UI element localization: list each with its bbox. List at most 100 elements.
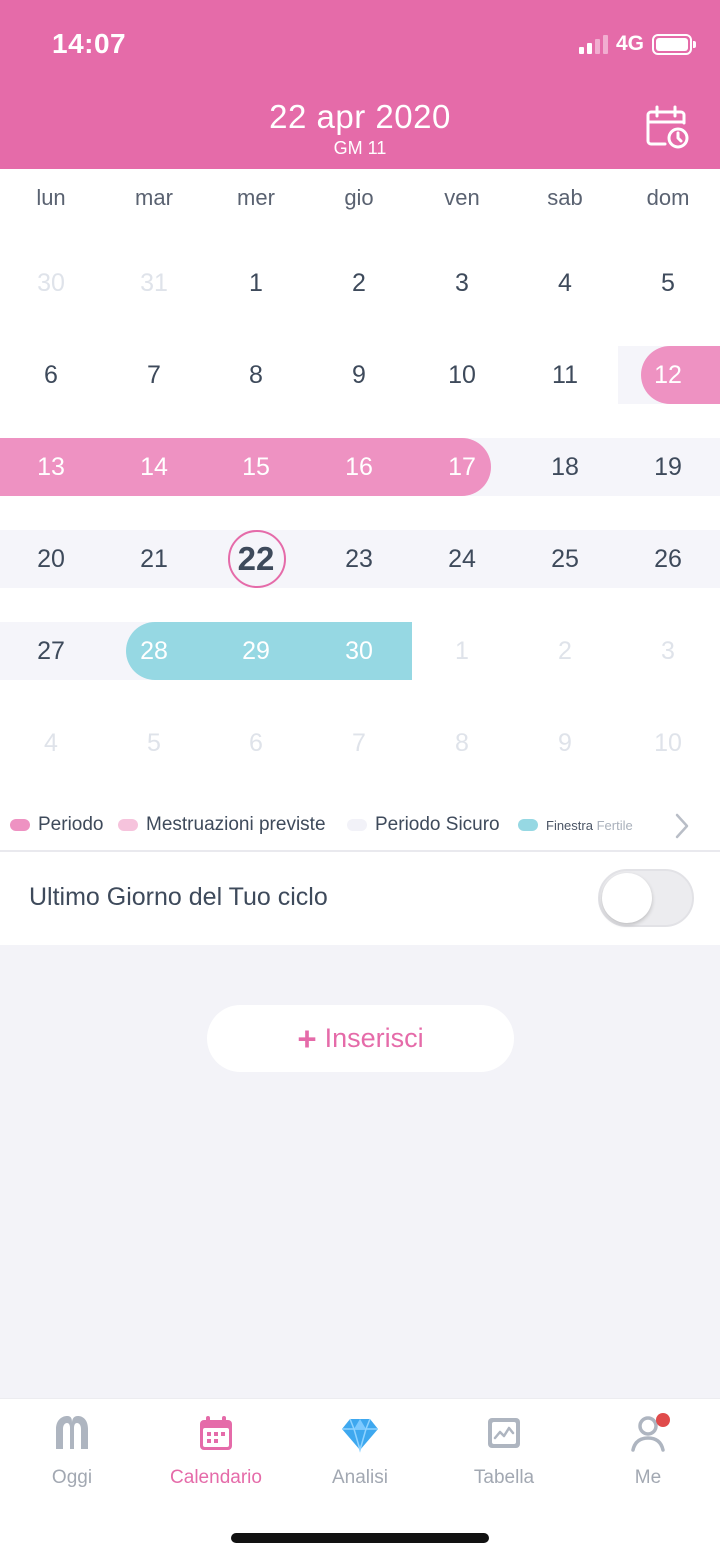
calendar-legend: Periodo Mestruazioni previste Periodo Si…: [0, 810, 720, 840]
chevron-right-icon[interactable]: [674, 813, 690, 839]
calendar-day[interactable]: 8: [205, 346, 307, 404]
weekday-mer: mer: [237, 185, 275, 210]
calendar-day[interactable]: 5: [103, 714, 205, 772]
calendar-day[interactable]: 7: [308, 714, 410, 772]
calendar-day[interactable]: 6: [205, 714, 307, 772]
calendar-day[interactable]: 15: [205, 438, 307, 496]
weekday-sab: sab: [547, 185, 583, 210]
calendar-day[interactable]: 1: [411, 622, 513, 680]
calendar-day[interactable]: 28: [103, 622, 205, 680]
tab-calendario[interactable]: Calendario: [144, 1413, 288, 1493]
calendar-day[interactable]: 4: [0, 714, 102, 772]
header: 14:07 4G 22 apr 2020 GM 11: [0, 0, 720, 169]
calendar-day[interactable]: 31: [103, 254, 205, 312]
calendar-week: 30 31 1 2 3 4 5: [0, 254, 720, 312]
legend-predicted-swatch: [118, 819, 138, 831]
calendar-day[interactable]: 20: [0, 530, 102, 588]
legend-safe-label: Periodo Sicuro: [375, 814, 500, 835]
calendar-day[interactable]: 3: [617, 622, 719, 680]
calendar-day[interactable]: 5: [617, 254, 719, 312]
calendar-day[interactable]: 24: [411, 530, 513, 588]
calendar-day[interactable]: 29: [205, 622, 307, 680]
calendar-week: 13 14 15 16 17 18 19: [0, 438, 720, 496]
legend-period-label: Periodo: [38, 814, 104, 835]
calendar-day[interactable]: 27: [0, 622, 102, 680]
weekday-gio: gio: [344, 185, 374, 210]
tab-tabella[interactable]: Tabella: [432, 1413, 576, 1493]
last-day-toggle[interactable]: [598, 869, 694, 927]
legend-predicted: Mestruazioni previste: [118, 814, 326, 836]
legend-predicted-label: Mestruazioni previste: [146, 814, 326, 835]
calendar-day[interactable]: 12: [617, 346, 719, 404]
insert-label: Inserisci: [324, 1023, 424, 1053]
tab-oggi[interactable]: Oggi: [0, 1413, 144, 1493]
calendar-week: 27 28 29 30 1 2 3: [0, 622, 720, 680]
calendar-day[interactable]: 19: [617, 438, 719, 496]
legend-fertile: Finestra Fertile: [518, 818, 633, 833]
network-type: 4G: [615, 32, 644, 55]
calendar-day[interactable]: 2: [308, 254, 410, 312]
plus-icon: +: [297, 1020, 317, 1057]
chart-icon: [488, 1418, 520, 1448]
calendar-day[interactable]: 13: [0, 438, 102, 496]
calendar-week: 4 5 6 7 8 9 10: [0, 714, 720, 772]
tab-me-label: Me: [634, 1467, 662, 1488]
calendar-day[interactable]: 30: [308, 622, 410, 680]
signal-icon: [578, 34, 608, 54]
calendar-week: 6 7 8 9 10 11 12: [0, 346, 720, 404]
calendar-day[interactable]: 18: [514, 438, 616, 496]
status-time: 14:07: [52, 28, 127, 59]
oggi-icon: [56, 1416, 88, 1449]
battery-icon: [652, 33, 696, 55]
legend-fertile-swatch: [518, 819, 538, 831]
calendar-day-today[interactable]: 22: [205, 530, 307, 588]
calendar-day[interactable]: 30: [0, 254, 102, 312]
calendar-day[interactable]: 9: [308, 346, 410, 404]
calendar-day[interactable]: 25: [514, 530, 616, 588]
weekday-mar: mar: [135, 185, 173, 210]
calendar-day[interactable]: 6: [0, 346, 102, 404]
diamond-icon: [342, 1418, 378, 1453]
insert-button[interactable]: + Inserisci: [207, 1005, 514, 1072]
weekday-dom: dom: [646, 185, 690, 210]
header-date[interactable]: 22 apr 2020: [0, 98, 720, 136]
tab-analisi-label: Analisi: [332, 1467, 388, 1488]
calendar-day[interactable]: 10: [411, 346, 513, 404]
tab-tabella-label: Tabella: [473, 1467, 535, 1488]
calendar-day[interactable]: 11: [514, 346, 616, 404]
calendar-day[interactable]: 23: [308, 530, 410, 588]
legend-period: Periodo: [10, 814, 104, 836]
tab-calendario-label: Calendario: [170, 1467, 262, 1488]
calendar-icon: [200, 1416, 232, 1450]
calendar-day[interactable]: 26: [617, 530, 719, 588]
calendar-day[interactable]: 21: [103, 530, 205, 588]
calendar-day[interactable]: 17: [411, 438, 513, 496]
last-day-label: Ultimo Giorno del Tuo ciclo: [29, 883, 328, 911]
toggle-knob: [602, 873, 652, 923]
calendar-day[interactable]: 2: [514, 622, 616, 680]
calendar-grid: lun mar mer gio ven sab dom 30 31 1 2 3 …: [0, 169, 720, 850]
notification-badge: [656, 1413, 670, 1427]
weekday-header: lun mar mer gio ven sab dom: [0, 169, 720, 227]
tab-oggi-label: Oggi: [51, 1467, 93, 1488]
calendar-day[interactable]: 3: [411, 254, 513, 312]
tab-analisi[interactable]: Analisi: [288, 1413, 432, 1493]
legend-period-swatch: [10, 819, 30, 831]
weekday-lun: lun: [36, 185, 66, 210]
status-indicators: 4G: [578, 32, 696, 56]
calendar-day[interactable]: 8: [411, 714, 513, 772]
calendar-day[interactable]: 9: [514, 714, 616, 772]
calendar-history-icon[interactable]: [644, 104, 690, 150]
calendar-day[interactable]: 16: [308, 438, 410, 496]
calendar-day[interactable]: 4: [514, 254, 616, 312]
calendar-day[interactable]: 10: [617, 714, 719, 772]
cycle-day: GM 11: [333, 138, 387, 158]
last-day-row: Ultimo Giorno del Tuo ciclo: [0, 852, 720, 945]
tab-me[interactable]: Me: [576, 1413, 720, 1493]
legend-safe: Periodo Sicuro: [347, 814, 500, 836]
home-indicator: [231, 1533, 489, 1543]
weekday-ven: ven: [444, 185, 480, 210]
calendar-day[interactable]: 1: [205, 254, 307, 312]
calendar-day[interactable]: 7: [103, 346, 205, 404]
calendar-day[interactable]: 14: [103, 438, 205, 496]
